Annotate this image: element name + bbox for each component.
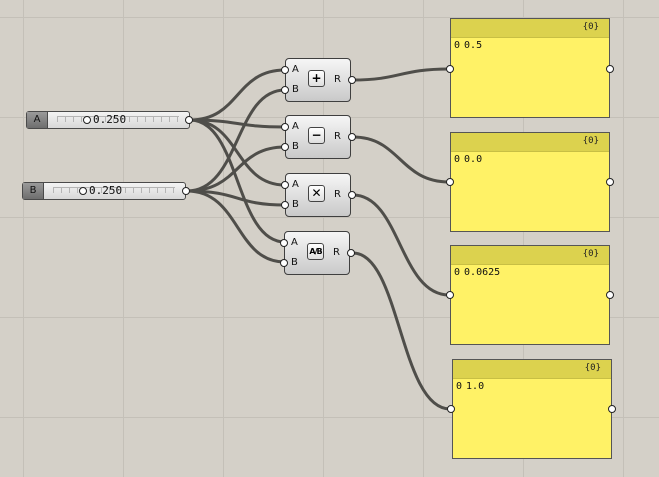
panel-difference-output-port[interactable] — [606, 178, 614, 186]
panel-value: 0.0625 — [464, 267, 501, 278]
panel-product[interactable]: {0} 0 0.0625 — [450, 245, 610, 345]
slider-value: 0.250 — [93, 113, 127, 126]
subtraction-output-port[interactable] — [348, 133, 356, 141]
slider-value: 0.250 — [89, 184, 123, 197]
panel-row: 0 1.0 — [453, 379, 611, 394]
panel-difference-input-port[interactable] — [446, 178, 454, 186]
input-b-label: B — [291, 257, 298, 268]
input-b-label: B — [292, 199, 299, 210]
wire-b-to-sub — [185, 145, 287, 193]
division-output-port[interactable] — [347, 249, 355, 257]
wire-a-to-div — [188, 118, 287, 244]
input-a-label: A — [291, 237, 298, 248]
panel-row: 0 0.0 — [451, 152, 609, 167]
wire-b-to-mul — [185, 189, 287, 207]
division-input-b-port[interactable] — [280, 259, 288, 267]
wire-b-to-div — [185, 189, 287, 264]
wire-add-to-panel — [351, 67, 451, 82]
panel-value: 0.0 — [464, 154, 483, 165]
wire-sub-to-panel — [351, 135, 451, 184]
panel-header: {0} — [451, 19, 609, 38]
panel-path: {0} — [582, 136, 599, 146]
slider-grip[interactable] — [79, 187, 87, 195]
input-b-label: B — [292, 141, 299, 152]
slider-name: B — [23, 183, 44, 199]
panel-header: {0} — [451, 133, 609, 152]
input-a-label: A — [292, 64, 299, 75]
panel-row: 0 0.0625 — [451, 265, 609, 280]
slider-grip[interactable] — [83, 116, 91, 124]
addition-icon: + — [308, 70, 325, 87]
panel-index: 0 — [456, 381, 463, 392]
panel-quotient-output-port[interactable] — [608, 405, 616, 413]
addition-input-a-port[interactable] — [281, 66, 289, 74]
input-b-label: B — [292, 84, 299, 95]
division-component[interactable]: A B A/B R — [284, 231, 350, 275]
panel-index: 0 — [454, 154, 461, 165]
wire-b-to-add — [185, 88, 287, 193]
output-r-label: R — [334, 189, 341, 200]
slider-name: A — [27, 112, 48, 128]
wire-mul-to-panel — [351, 193, 451, 297]
division-icon: A/B — [307, 243, 324, 260]
multiplication-input-a-port[interactable] — [281, 181, 289, 189]
panel-index: 0 — [454, 267, 461, 278]
output-r-label: R — [334, 74, 341, 85]
panel-path: {0} — [582, 249, 599, 259]
panel-row: 0 0.5 — [451, 38, 609, 53]
panel-product-output-port[interactable] — [606, 291, 614, 299]
panel-sum-input-port[interactable] — [446, 65, 454, 73]
panel-header: {0} — [451, 246, 609, 265]
division-input-a-port[interactable] — [280, 239, 288, 247]
output-r-label: R — [333, 247, 340, 258]
input-a-label: A — [292, 121, 299, 132]
addition-input-b-port[interactable] — [281, 86, 289, 94]
addition-output-port[interactable] — [348, 76, 356, 84]
wire-a-to-mul — [188, 118, 287, 187]
subtraction-input-a-port[interactable] — [281, 123, 289, 131]
panel-value: 1.0 — [466, 381, 485, 392]
subtraction-input-b-port[interactable] — [281, 143, 289, 151]
panel-quotient-input-port[interactable] — [447, 405, 455, 413]
slider-a[interactable]: A 0.250 — [26, 111, 190, 129]
panel-path: {0} — [582, 22, 599, 32]
wire-div-to-panel — [351, 251, 452, 411]
panel-path: {0} — [584, 363, 601, 373]
multiplication-input-b-port[interactable] — [281, 201, 289, 209]
panel-index: 0 — [454, 40, 461, 51]
slider-b-output-port[interactable] — [182, 187, 190, 195]
multiplication-output-port[interactable] — [348, 191, 356, 199]
output-r-label: R — [334, 131, 341, 142]
panel-value: 0.5 — [464, 40, 483, 51]
panel-header: {0} — [453, 360, 611, 379]
input-a-label: A — [292, 179, 299, 190]
wire-a-to-add — [188, 68, 287, 122]
wire-a-to-sub — [188, 118, 287, 129]
panel-sum-output-port[interactable] — [606, 65, 614, 73]
subtraction-icon: − — [308, 127, 325, 144]
subtraction-component[interactable]: A B − R — [285, 115, 351, 159]
multiplication-component[interactable]: A B ✕ R — [285, 173, 351, 217]
panel-difference[interactable]: {0} 0 0.0 — [450, 132, 610, 232]
addition-component[interactable]: A B + R — [285, 58, 351, 102]
multiplication-icon: ✕ — [308, 185, 325, 202]
slider-b[interactable]: B 0.250 — [22, 182, 186, 200]
panel-quotient[interactable]: {0} 0 1.0 — [452, 359, 612, 459]
panel-product-input-port[interactable] — [446, 291, 454, 299]
panel-sum[interactable]: {0} 0 0.5 — [450, 18, 610, 118]
slider-a-output-port[interactable] — [185, 116, 193, 124]
